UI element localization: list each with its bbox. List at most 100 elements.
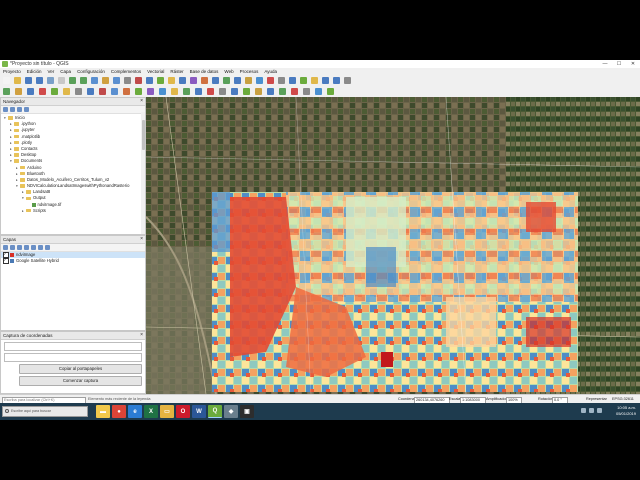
toolbar-button[interactable] [311, 77, 318, 84]
taskbar-search[interactable]: Escribe aquí para buscar [2, 406, 88, 417]
toolbar-button[interactable] [212, 77, 219, 84]
file-explorer-icon[interactable]: ▬ [96, 405, 110, 418]
visibility-icon[interactable] [17, 245, 22, 250]
toolbar-button[interactable] [69, 77, 76, 84]
toolbar-button[interactable] [243, 88, 250, 95]
menu-item[interactable]: Ayuda [261, 68, 280, 75]
toolbar-button[interactable] [14, 77, 21, 84]
toolbar-button[interactable] [289, 77, 296, 84]
layer-visibility-checkbox[interactable] [3, 257, 9, 264]
toolbar-button[interactable] [39, 88, 46, 95]
info-icon[interactable] [24, 107, 29, 112]
menu-item[interactable]: Capa [57, 68, 74, 75]
toolbar-button[interactable] [171, 88, 178, 95]
toolbar-button[interactable] [322, 77, 329, 84]
opera-icon[interactable]: O [176, 405, 190, 418]
clock[interactable]: 10:05 a.m. 05/01/2019 [616, 405, 636, 417]
shield-icon[interactable]: ◆ [224, 405, 238, 418]
toolbar-button[interactable] [147, 88, 154, 95]
copy-to-clipboard-button[interactable]: Copiar al portapapeles [19, 364, 142, 374]
toolbar-button[interactable] [135, 77, 142, 84]
toolbar-button[interactable] [102, 77, 109, 84]
toolbar-button[interactable] [124, 77, 131, 84]
toolbar-button[interactable] [278, 77, 285, 84]
toolbar-button[interactable] [245, 77, 252, 84]
toolbar-button[interactable] [327, 88, 334, 95]
chrome-icon[interactable]: ● [112, 405, 126, 418]
toolbar-button[interactable] [234, 77, 241, 84]
crs-button[interactable]: EPSG:32611 [612, 397, 634, 401]
render-checkbox[interactable]: Representar [586, 397, 607, 401]
navigator-item[interactable]: ▸ Scripts [1, 208, 145, 214]
toolbar-button[interactable] [195, 88, 202, 95]
navigator-scrollbar[interactable] [141, 112, 145, 234]
edge-icon[interactable]: e [128, 405, 142, 418]
toolbar-button[interactable] [279, 88, 286, 95]
menu-item[interactable]: Ráster [167, 68, 186, 75]
toolbar-button[interactable] [146, 77, 153, 84]
toolbar-button[interactable] [25, 77, 32, 84]
toolbar-button[interactable] [99, 88, 106, 95]
terminal-icon[interactable]: ▣ [240, 405, 254, 418]
start-capture-button[interactable]: Comenzar captura [19, 376, 142, 386]
close-icon[interactable]: × [140, 332, 143, 339]
remove-layer-icon[interactable] [45, 245, 50, 250]
toolbar-button[interactable] [63, 88, 70, 95]
toolbar-button[interactable] [91, 77, 98, 84]
excel-icon[interactable]: X [144, 405, 158, 418]
collapse-icon[interactable] [17, 107, 22, 112]
menu-item[interactable]: Configuración [74, 68, 108, 75]
toolbar-button[interactable] [255, 88, 262, 95]
toolbar-button[interactable] [303, 88, 310, 95]
notification-icon[interactable] [597, 408, 602, 413]
toolbar-button[interactable] [51, 88, 58, 95]
toolbar-button[interactable] [80, 77, 87, 84]
toolbar-button[interactable] [15, 88, 22, 95]
menu-item[interactable]: Web [221, 68, 236, 75]
toolbar-button[interactable] [113, 77, 120, 84]
map-canvas[interactable] [146, 97, 640, 394]
coordinate-field-2[interactable] [4, 353, 142, 362]
toolbar-button[interactable] [344, 77, 351, 84]
expand-icon[interactable] [31, 245, 36, 250]
minimize-button[interactable]: — [598, 60, 612, 68]
toolbar-button[interactable] [47, 77, 54, 84]
refresh-icon[interactable] [3, 107, 8, 112]
toolbar-button[interactable] [3, 77, 10, 84]
style-icon[interactable] [3, 245, 8, 250]
toolbar-button[interactable] [27, 88, 34, 95]
maximize-button[interactable]: ☐ [612, 60, 626, 68]
toolbar-button[interactable] [267, 77, 274, 84]
menu-item[interactable]: Complementos [108, 68, 144, 75]
collapse-icon[interactable] [38, 245, 43, 250]
scrollbar-thumb[interactable] [141, 120, 145, 150]
toolbar-button[interactable] [111, 88, 118, 95]
layer-item[interactable]: Google Satellite Hybrid [1, 257, 145, 264]
toolbar-button[interactable] [58, 77, 65, 84]
toolbar-button[interactable] [135, 88, 142, 95]
toolbar-button[interactable] [190, 77, 197, 84]
toolbar-button[interactable] [231, 88, 238, 95]
toolbar-button[interactable] [256, 77, 263, 84]
toolbar-button[interactable] [207, 88, 214, 95]
toolbar-button[interactable] [300, 77, 307, 84]
toolbar-button[interactable] [333, 77, 340, 84]
volume-icon[interactable] [589, 408, 594, 413]
menu-item[interactable]: Vectorial [144, 68, 167, 75]
filter-icon[interactable] [24, 245, 29, 250]
menu-item[interactable]: Procesos [237, 68, 262, 75]
toolbar-button[interactable] [183, 88, 190, 95]
toolbar-button[interactable] [168, 77, 175, 84]
menu-item[interactable]: Ver [45, 68, 58, 75]
toolbar-button[interactable] [159, 88, 166, 95]
toolbar-button[interactable] [3, 88, 10, 95]
qgis-icon[interactable]: Q [208, 405, 222, 418]
menu-item[interactable]: Base de datos [187, 68, 222, 75]
toolbar-button[interactable] [291, 88, 298, 95]
close-button[interactable]: ✕ [626, 60, 640, 68]
toolbar-button[interactable] [219, 88, 226, 95]
toolbar-button[interactable] [75, 88, 82, 95]
toolbar-button[interactable] [123, 88, 130, 95]
word-icon[interactable]: W [192, 405, 206, 418]
toolbar-button[interactable] [36, 77, 43, 84]
